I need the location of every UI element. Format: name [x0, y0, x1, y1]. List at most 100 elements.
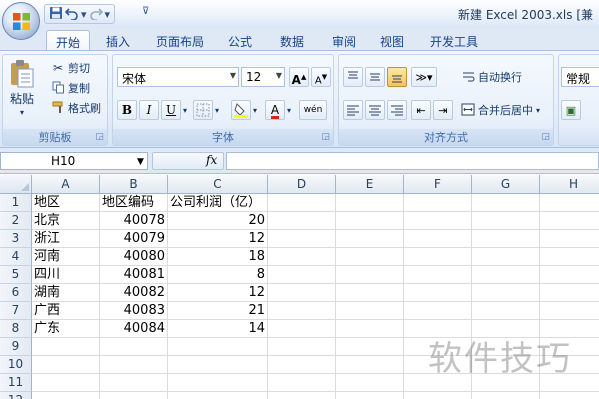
cell-h4[interactable]: [540, 248, 599, 266]
align-bottom-button[interactable]: [387, 67, 407, 87]
cell-a2[interactable]: 北京: [32, 212, 100, 230]
cell-d1[interactable]: [268, 194, 336, 212]
tab-data[interactable]: 数据: [274, 30, 310, 50]
shrink-font-button[interactable]: A▼: [311, 67, 331, 87]
borders-button[interactable]: [193, 100, 213, 120]
wrap-text-button[interactable]: 自动换行: [461, 69, 522, 85]
clipboard-dialog-launcher-icon[interactable]: ◲: [95, 132, 104, 142]
row-header-8[interactable]: 8: [0, 320, 32, 338]
cell-d10[interactable]: [268, 356, 336, 374]
row-header-5[interactable]: 5: [0, 266, 32, 284]
tab-view[interactable]: 视图: [374, 30, 410, 50]
tab-insert[interactable]: 插入: [100, 30, 136, 50]
cell-d11[interactable]: [268, 374, 336, 392]
cell-d2[interactable]: [268, 212, 336, 230]
align-left-button[interactable]: [343, 100, 363, 120]
save-icon[interactable]: [49, 6, 63, 23]
align-center-button[interactable]: [365, 100, 385, 120]
merge-center-button[interactable]: 合并后居中 ▾: [461, 102, 540, 118]
row-header-3[interactable]: 3: [0, 230, 32, 248]
cell-b6[interactable]: 40082: [100, 284, 168, 302]
cell-d7[interactable]: [268, 302, 336, 320]
cell-a6[interactable]: 湖南: [32, 284, 100, 302]
font-color-button[interactable]: A: [265, 100, 285, 120]
cell-c7[interactable]: 21: [168, 302, 268, 320]
select-all-corner[interactable]: [0, 175, 32, 194]
cell-b4[interactable]: 40080: [100, 248, 168, 266]
cell-a8[interactable]: 广东: [32, 320, 100, 338]
column-header-e[interactable]: E: [336, 175, 404, 194]
customize-qat-icon[interactable]: ⊽: [142, 6, 149, 17]
font-name-combo[interactable]: 宋体 ▼: [117, 67, 239, 87]
row-header-6[interactable]: 6: [0, 284, 32, 302]
undo-icon[interactable]: [64, 6, 79, 23]
cell-d3[interactable]: [268, 230, 336, 248]
cell-c11[interactable]: [168, 374, 268, 392]
cell-h2[interactable]: [540, 212, 599, 230]
paste-dropdown-icon[interactable]: ▾: [20, 108, 24, 117]
cell-e12[interactable]: [336, 392, 404, 399]
cell-c4[interactable]: 18: [168, 248, 268, 266]
cell-d8[interactable]: [268, 320, 336, 338]
cell-g1[interactable]: [472, 194, 540, 212]
phonetic-guide-button[interactable]: wén: [299, 100, 327, 120]
align-right-button[interactable]: [387, 100, 407, 120]
formula-input[interactable]: [226, 152, 599, 170]
cell-h6[interactable]: [540, 284, 599, 302]
cell-c10[interactable]: [168, 356, 268, 374]
cell-c8[interactable]: 14: [168, 320, 268, 338]
cell-e4[interactable]: [336, 248, 404, 266]
orientation-button[interactable]: ≫▾: [411, 67, 437, 87]
align-middle-button[interactable]: [365, 67, 385, 87]
accounting-format-button[interactable]: ▣: [561, 100, 581, 120]
cut-button[interactable]: ✂ 剪切: [51, 60, 90, 76]
insert-function-button[interactable]: fx: [206, 153, 217, 167]
cell-g12[interactable]: [472, 392, 540, 399]
cell-d6[interactable]: [268, 284, 336, 302]
italic-button[interactable]: I: [139, 100, 159, 120]
row-header-11[interactable]: 11: [0, 374, 32, 392]
cell-a12[interactable]: [32, 392, 100, 399]
cell-h5[interactable]: [540, 266, 599, 284]
office-button[interactable]: [2, 2, 40, 40]
bold-button[interactable]: B: [117, 100, 137, 120]
cell-f4[interactable]: [404, 248, 472, 266]
cell-c6[interactable]: 12: [168, 284, 268, 302]
increase-indent-button[interactable]: ⇥: [433, 100, 453, 120]
cell-e10[interactable]: [336, 356, 404, 374]
column-header-d[interactable]: D: [268, 175, 336, 194]
cell-d9[interactable]: [268, 338, 336, 356]
cell-g2[interactable]: [472, 212, 540, 230]
tab-formulas[interactable]: 公式: [222, 30, 258, 50]
column-header-g[interactable]: G: [472, 175, 540, 194]
cell-e1[interactable]: [336, 194, 404, 212]
cell-c3[interactable]: 12: [168, 230, 268, 248]
worksheet-grid[interactable]: A B C D E F G H 1 2 3 4 5 6 7 8 9 10 11 …: [0, 175, 599, 399]
cell-a9[interactable]: [32, 338, 100, 356]
borders-dropdown-icon[interactable]: ▾: [215, 106, 219, 115]
cell-a7[interactable]: 广西: [32, 302, 100, 320]
cell-b3[interactable]: 40079: [100, 230, 168, 248]
cell-f3[interactable]: [404, 230, 472, 248]
cell-e5[interactable]: [336, 266, 404, 284]
cell-a3[interactable]: 浙江: [32, 230, 100, 248]
redo-dropdown-icon[interactable]: ▾: [105, 8, 111, 21]
cell-f7[interactable]: [404, 302, 472, 320]
tab-developer[interactable]: 开发工具: [424, 30, 484, 50]
cell-c2[interactable]: 20: [168, 212, 268, 230]
cell-e9[interactable]: [336, 338, 404, 356]
paste-button[interactable]: 粘贴 ▾: [9, 59, 35, 117]
row-header-7[interactable]: 7: [0, 302, 32, 320]
cell-a4[interactable]: 河南: [32, 248, 100, 266]
column-header-a[interactable]: A: [32, 175, 100, 194]
cell-b1[interactable]: 地区编码: [100, 194, 168, 212]
cell-g7[interactable]: [472, 302, 540, 320]
number-format-combo[interactable]: 常规: [561, 67, 599, 87]
column-header-c[interactable]: C: [168, 175, 268, 194]
cell-f6[interactable]: [404, 284, 472, 302]
cell-f12[interactable]: [404, 392, 472, 399]
cell-a1[interactable]: 地区: [32, 194, 100, 212]
format-painter-button[interactable]: 格式刷: [51, 100, 101, 116]
cell-h7[interactable]: [540, 302, 599, 320]
cell-c12[interactable]: [168, 392, 268, 399]
